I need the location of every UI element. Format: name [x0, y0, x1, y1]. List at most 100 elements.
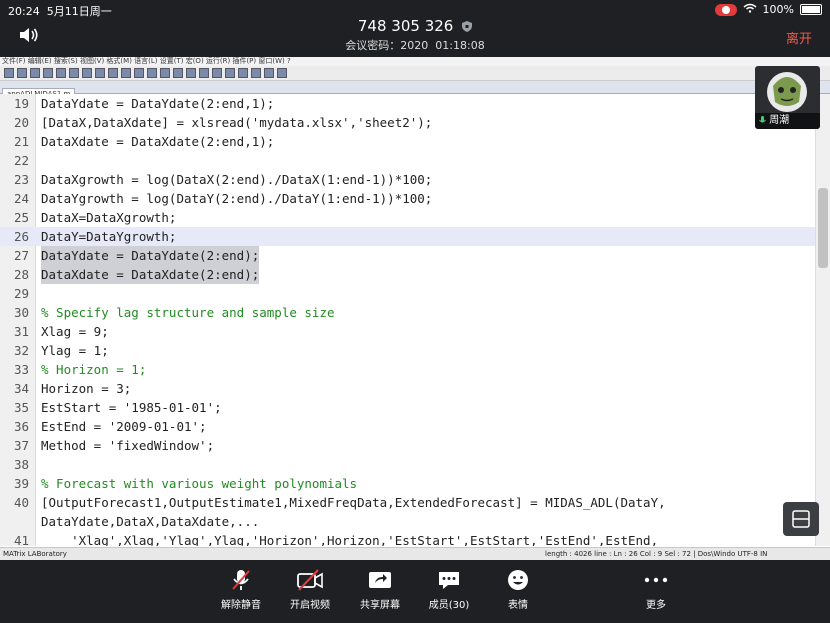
- stop-macro-icon[interactable]: [264, 68, 274, 78]
- code-text: DataYdate = DataYdate(2:end,1);: [41, 96, 275, 111]
- line-number: 30: [13, 305, 29, 320]
- code-line: 31 Xlag = 9;: [0, 322, 816, 341]
- code-text: DataY=DataYgrowth;: [41, 229, 177, 244]
- more-button[interactable]: 更多: [626, 568, 686, 611]
- paste-icon[interactable]: [108, 68, 118, 78]
- control-label: 表情: [508, 600, 528, 611]
- code-editor-window: 文件(F) 编辑(E) 搜索(S) 视图(V) 格式(M) 语言(L) 设置(T…: [0, 57, 830, 560]
- close-icon[interactable]: [56, 68, 66, 78]
- line-number: 26: [13, 229, 29, 244]
- language-label: MATrix LABoratory: [3, 550, 67, 558]
- line-number: 38: [13, 457, 29, 472]
- reactions-button[interactable]: 表情: [488, 568, 548, 611]
- code-area[interactable]: 19 DataYdate = DataYdate(2:end,1); 20 [Dat…: [0, 94, 816, 546]
- wifi-icon: [743, 3, 757, 16]
- line-number: 23: [13, 172, 29, 187]
- code-line: 22: [0, 151, 816, 170]
- members-button[interactable]: 成员(30): [419, 568, 479, 611]
- copy-icon[interactable]: [95, 68, 105, 78]
- more-icon: [644, 577, 668, 583]
- status-indicators: 100%: [714, 3, 822, 16]
- zoom-out-icon[interactable]: [186, 68, 196, 78]
- tab-bar: appADLMIDAS1.m: [0, 81, 830, 100]
- meeting-id[interactable]: 748 305 326: [0, 17, 830, 35]
- code-line: 32 Ylag = 1;: [0, 341, 816, 360]
- undo-icon[interactable]: [121, 68, 131, 78]
- code-line: 23 DataXgrowth = log(DataX(2:end)./DataX(…: [0, 170, 816, 189]
- code-line: 38: [0, 455, 816, 474]
- control-label: 解除静音: [221, 600, 261, 611]
- line-number: 41: [13, 533, 29, 546]
- line-number: 37: [13, 438, 29, 453]
- save-icon[interactable]: [30, 68, 40, 78]
- redo-icon[interactable]: [134, 68, 144, 78]
- line-number: 19: [13, 96, 29, 111]
- code-text: DataXdate = DataXdate(2:end,1);: [41, 134, 275, 149]
- layout-switch-button[interactable]: [783, 502, 819, 536]
- battery-percent: 100%: [762, 3, 794, 16]
- line-number: 24: [13, 191, 29, 206]
- emoji-icon: [508, 570, 528, 590]
- elapsed-time: 01:18:08: [435, 39, 485, 52]
- vertical-scrollbar[interactable]: [815, 94, 830, 546]
- meeting-top-bar: 20:24 5月11日周一 100% 748 305 326 会议密码：2020…: [0, 0, 830, 57]
- code-text: Horizon = 3;: [41, 381, 132, 396]
- open-file-icon[interactable]: [17, 68, 27, 78]
- code-text: EstStart = '1985-01-01';: [41, 400, 222, 415]
- leave-button[interactable]: 离开: [786, 28, 812, 47]
- code-text: DataYdate,DataX,DataXdate,...: [41, 514, 260, 529]
- members-icon: [439, 572, 459, 589]
- code-line: 33 % Horizon = 1;: [0, 360, 816, 379]
- code-comment: % Forecast with various weight polynomia…: [41, 476, 358, 491]
- save-all-icon[interactable]: [43, 68, 53, 78]
- line-number: 40: [13, 495, 29, 510]
- unmute-button[interactable]: 解除静音: [211, 568, 271, 611]
- code-line: DataYdate,DataX,DataXdate,...: [0, 512, 816, 531]
- mic-muted-icon: [232, 570, 250, 590]
- scrollbar-thumb[interactable]: [818, 188, 828, 268]
- code-line-selected: 28 DataXdate = DataXdate(2:end);: [0, 265, 816, 284]
- code-line: 40 [OutputForecast1,OutputEstimate1,Mixed…: [0, 493, 816, 512]
- bookmark-icon[interactable]: [238, 68, 248, 78]
- indent-icon[interactable]: [225, 68, 235, 78]
- line-number: 25: [13, 210, 29, 225]
- meeting-controls-bar: 解除静音 开启视频 共享屏幕 成员(30) 表情 更多: [0, 560, 830, 623]
- line-number: 21: [13, 134, 29, 149]
- code-text: Xlag = 9;: [41, 324, 109, 339]
- line-number: 27: [13, 248, 29, 263]
- toolbar: [0, 66, 830, 81]
- play-macro-icon[interactable]: [277, 68, 287, 78]
- code-text: [DataX,DataXdate] = xlsread('mydata.xlsx…: [41, 115, 433, 130]
- participant-video[interactable]: 周潮: [755, 66, 820, 129]
- cut-icon[interactable]: [82, 68, 92, 78]
- control-label: 更多: [646, 600, 666, 611]
- start-video-button[interactable]: 开启视频: [280, 568, 340, 611]
- code-text: EstEnd = '2009-01-01';: [41, 419, 207, 434]
- zoom-in-icon[interactable]: [173, 68, 183, 78]
- sync-icon[interactable]: [199, 68, 209, 78]
- code-line: 24 DataYgrowth = log(DataY(2:end)./DataY(…: [0, 189, 816, 208]
- find-icon[interactable]: [147, 68, 157, 78]
- avatar: [767, 72, 807, 112]
- code-line: 36 EstEnd = '2009-01-01';: [0, 417, 816, 436]
- replace-icon[interactable]: [160, 68, 170, 78]
- print-icon[interactable]: [69, 68, 79, 78]
- code-comment: % Horizon = 1;: [41, 362, 147, 377]
- line-number: 35: [13, 400, 29, 415]
- meeting-info: 会议密码：2020 01:18:08: [0, 37, 830, 53]
- line-number: 29: [13, 286, 29, 301]
- code-line-current: 26 DataY=DataYgrowth;: [0, 227, 816, 246]
- control-label: 成员(30): [428, 600, 470, 611]
- video-off-icon: [297, 569, 323, 591]
- wrap-icon[interactable]: [212, 68, 222, 78]
- battery-icon: [800, 4, 822, 15]
- record-macro-icon[interactable]: [251, 68, 261, 78]
- new-file-icon[interactable]: [4, 68, 14, 78]
- menu-bar[interactable]: 文件(F) 编辑(E) 搜索(S) 视图(V) 格式(M) 语言(L) 设置(T…: [0, 57, 830, 66]
- code-text: DataYdate = DataYdate(2:end);: [41, 246, 260, 265]
- share-screen-button[interactable]: 共享屏幕: [350, 568, 410, 611]
- code-line: 35 EstStart = '1985-01-01';: [0, 398, 816, 417]
- code-line: 34 Horizon = 3;: [0, 379, 816, 398]
- code-text: 'Xlag',Xlag,'Ylag',Ylag,'Horizon',Horizo…: [41, 533, 659, 546]
- shield-icon: [462, 21, 473, 32]
